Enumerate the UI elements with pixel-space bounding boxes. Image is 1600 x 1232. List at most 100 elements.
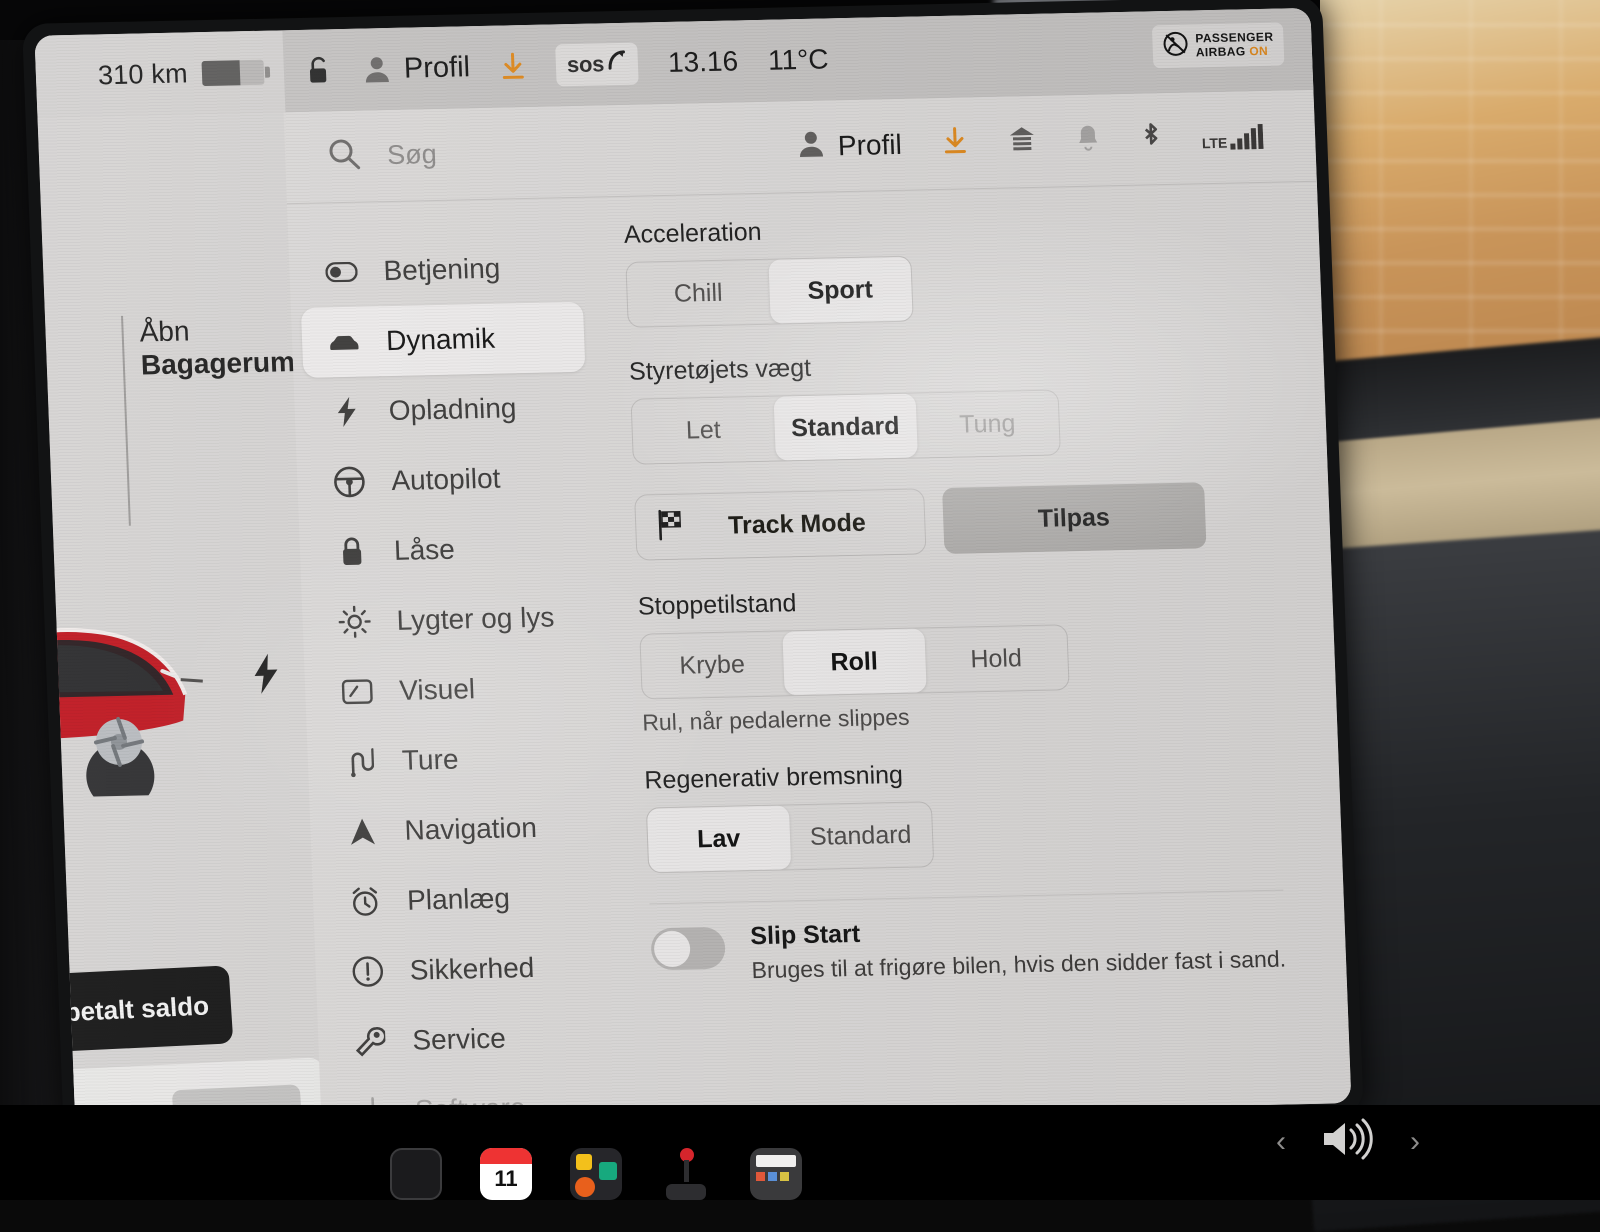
stopping-mode-group: Stoppetilstand Krybe Roll Hold Rul, når … — [637, 579, 1277, 737]
steering-option-tung[interactable]: Tung — [915, 390, 1059, 457]
bluetooth-icon[interactable] — [1139, 121, 1162, 156]
sidebar-item-autopilot[interactable]: Autopilot — [296, 441, 606, 518]
steering-option-standard[interactable]: Standard — [773, 394, 917, 461]
person-icon — [797, 130, 824, 164]
customize-label: Tilpas — [1037, 503, 1110, 534]
sidebar-label: Dynamik — [386, 323, 496, 357]
slip-start-toggle[interactable] — [650, 927, 726, 971]
trunk-label-line2: Bagagerum — [140, 345, 295, 381]
signal-bars-icon[interactable]: LTE — [1201, 123, 1263, 150]
volume-controls: ‹ › — [1276, 1117, 1420, 1166]
sidebar-item-ture[interactable]: Ture — [307, 721, 617, 798]
sidebar-label: Ture — [401, 744, 459, 777]
trunk-leader-line — [121, 316, 131, 526]
brick-wall-background — [1290, 0, 1600, 400]
header-profile-button[interactable]: Profil — [797, 128, 902, 163]
slip-start-text: Slip Start Bruges til at frigøre bilen, … — [750, 911, 1287, 985]
sidebar-item-visuel[interactable]: Visuel — [304, 651, 614, 728]
search-icon[interactable] — [326, 137, 361, 177]
stopping-option-hold[interactable]: Hold — [924, 625, 1068, 692]
calendar-app-icon[interactable]: 11 — [480, 1148, 532, 1200]
stopping-mode-title: Stoppetilstand — [637, 579, 1272, 622]
exclamation-circle-icon — [351, 955, 384, 988]
bolt-icon — [250, 652, 282, 700]
steering-option-let[interactable]: Let — [631, 397, 775, 464]
acceleration-group: Acceleration Chill Sport — [623, 207, 1261, 328]
stopping-option-krybe[interactable]: Krybe — [640, 631, 784, 698]
sidebar-item-service[interactable]: Service — [317, 1001, 627, 1078]
search-input[interactable]: Søg — [387, 139, 438, 171]
outside-temperature-value[interactable]: 11°C — [767, 43, 829, 76]
sos-button[interactable]: sos — [555, 43, 639, 87]
slip-start-row: Slip Start Bruges til at frigøre bilen, … — [650, 905, 1287, 987]
slip-start-description: Bruges til at frigøre bilen, hvis den si… — [751, 946, 1286, 985]
acceleration-option-sport[interactable]: Sport — [768, 257, 912, 324]
track-mode-button[interactable]: Track Mode — [634, 488, 926, 560]
unknown-app-icon[interactable] — [390, 1148, 442, 1200]
settings-body: Betjening Dynamik Opladning — [287, 182, 1351, 1125]
sidebar-label: Låse — [393, 534, 455, 567]
calculator-app-icon[interactable] — [750, 1148, 802, 1200]
open-trunk-label: Åbn Bagagerum — [139, 312, 301, 525]
status-profile-button[interactable]: Profil — [363, 51, 470, 86]
header-profile-label: Profil — [837, 128, 902, 161]
display-screen-icon — [341, 678, 374, 705]
sidebar-item-planlaeg[interactable]: Planlæg — [312, 861, 622, 938]
chevron-right-icon[interactable]: › — [1410, 1125, 1420, 1159]
status-bar-range-group: 310 km — [34, 30, 285, 117]
sidebar-item-opladning[interactable]: Opladning — [293, 371, 603, 448]
sidebar-label: Autopilot — [391, 463, 501, 497]
acceleration-segmented-control: Chill Sport — [625, 256, 913, 328]
regen-braking-segmented-control: Lav Standard — [645, 801, 933, 873]
lock-icon — [335, 536, 368, 569]
regen-option-lav[interactable]: Lav — [646, 805, 790, 872]
track-mode-row: Track Mode Tilpas — [634, 481, 1271, 561]
acceleration-option-chill[interactable]: Chill — [626, 260, 770, 327]
software-update-download-icon[interactable] — [941, 126, 968, 160]
regen-braking-title: Regenerativ bremsning — [644, 753, 1279, 796]
network-type-label: LTE — [1202, 134, 1228, 151]
chevron-left-icon[interactable]: ‹ — [1276, 1125, 1286, 1159]
phone-handset-icon — [606, 49, 627, 78]
status-profile-label: Profil — [403, 51, 470, 85]
track-mode-label: Track Mode — [687, 507, 906, 541]
settings-nav-list: Betjening Dynamik Opladning — [287, 198, 629, 1125]
customize-button[interactable]: Tilpas — [942, 482, 1206, 554]
photos-app-icon[interactable] — [570, 1148, 622, 1200]
sidebar-label: Planlæg — [407, 882, 511, 916]
sidebar-item-sikkerhed[interactable]: Sikkerhed — [314, 931, 624, 1008]
winding-road-icon — [343, 745, 376, 778]
open-trunk-control[interactable]: Åbn Bagagerum — [121, 312, 301, 526]
sidebar-item-betjening[interactable]: Betjening — [288, 232, 598, 309]
person-icon — [363, 55, 390, 84]
garage-door-icon[interactable] — [1007, 125, 1036, 159]
sidebar-label: Service — [412, 1023, 507, 1057]
sidebar-item-laase[interactable]: Låse — [299, 511, 609, 588]
sidebar-item-navigation[interactable]: Navigation — [309, 791, 619, 868]
navigation-arrow-icon — [346, 816, 379, 847]
settings-panel: Søg Profil — [283, 90, 1351, 1126]
stopping-mode-segmented-control: Krybe Roll Hold — [639, 624, 1069, 699]
stopping-option-roll[interactable]: Roll — [782, 628, 926, 695]
software-update-download-icon[interactable] — [499, 52, 526, 81]
battery-icon — [201, 59, 264, 85]
dynamik-settings-content: Acceleration Chill Sport Styretøjets væg… — [595, 182, 1352, 1118]
regen-option-standard[interactable]: Standard — [788, 802, 932, 869]
sidebar-item-dynamik[interactable]: Dynamik — [301, 302, 585, 378]
notification-bell-icon[interactable] — [1075, 124, 1100, 158]
range-value: 310 km — [97, 58, 188, 91]
sos-label: sos — [566, 51, 604, 78]
center-touchscreen-bezel: 310 km Profil sos — [22, 0, 1364, 1143]
trunk-label-line1: Åbn — [139, 312, 294, 348]
vehicle-render-red-model-3[interactable] — [34, 543, 271, 799]
sidebar-item-lygter-og-lys[interactable]: Lygter og lys — [301, 581, 611, 658]
volume-speaker-icon[interactable] — [1320, 1117, 1376, 1166]
unlock-icon[interactable] — [305, 54, 334, 87]
airbag-line2: AIRBAG — [1196, 44, 1246, 59]
clock-value[interactable]: 13.16 — [667, 45, 738, 79]
joystick-arcade-icon[interactable] — [660, 1148, 712, 1200]
unpaid-balance-badge[interactable]: ubetalt saldo — [34, 965, 233, 1055]
wrench-icon — [354, 1026, 387, 1057]
regen-braking-group: Regenerativ bremsning Lav Standard — [644, 753, 1282, 874]
sun-brightness-icon — [338, 605, 371, 638]
